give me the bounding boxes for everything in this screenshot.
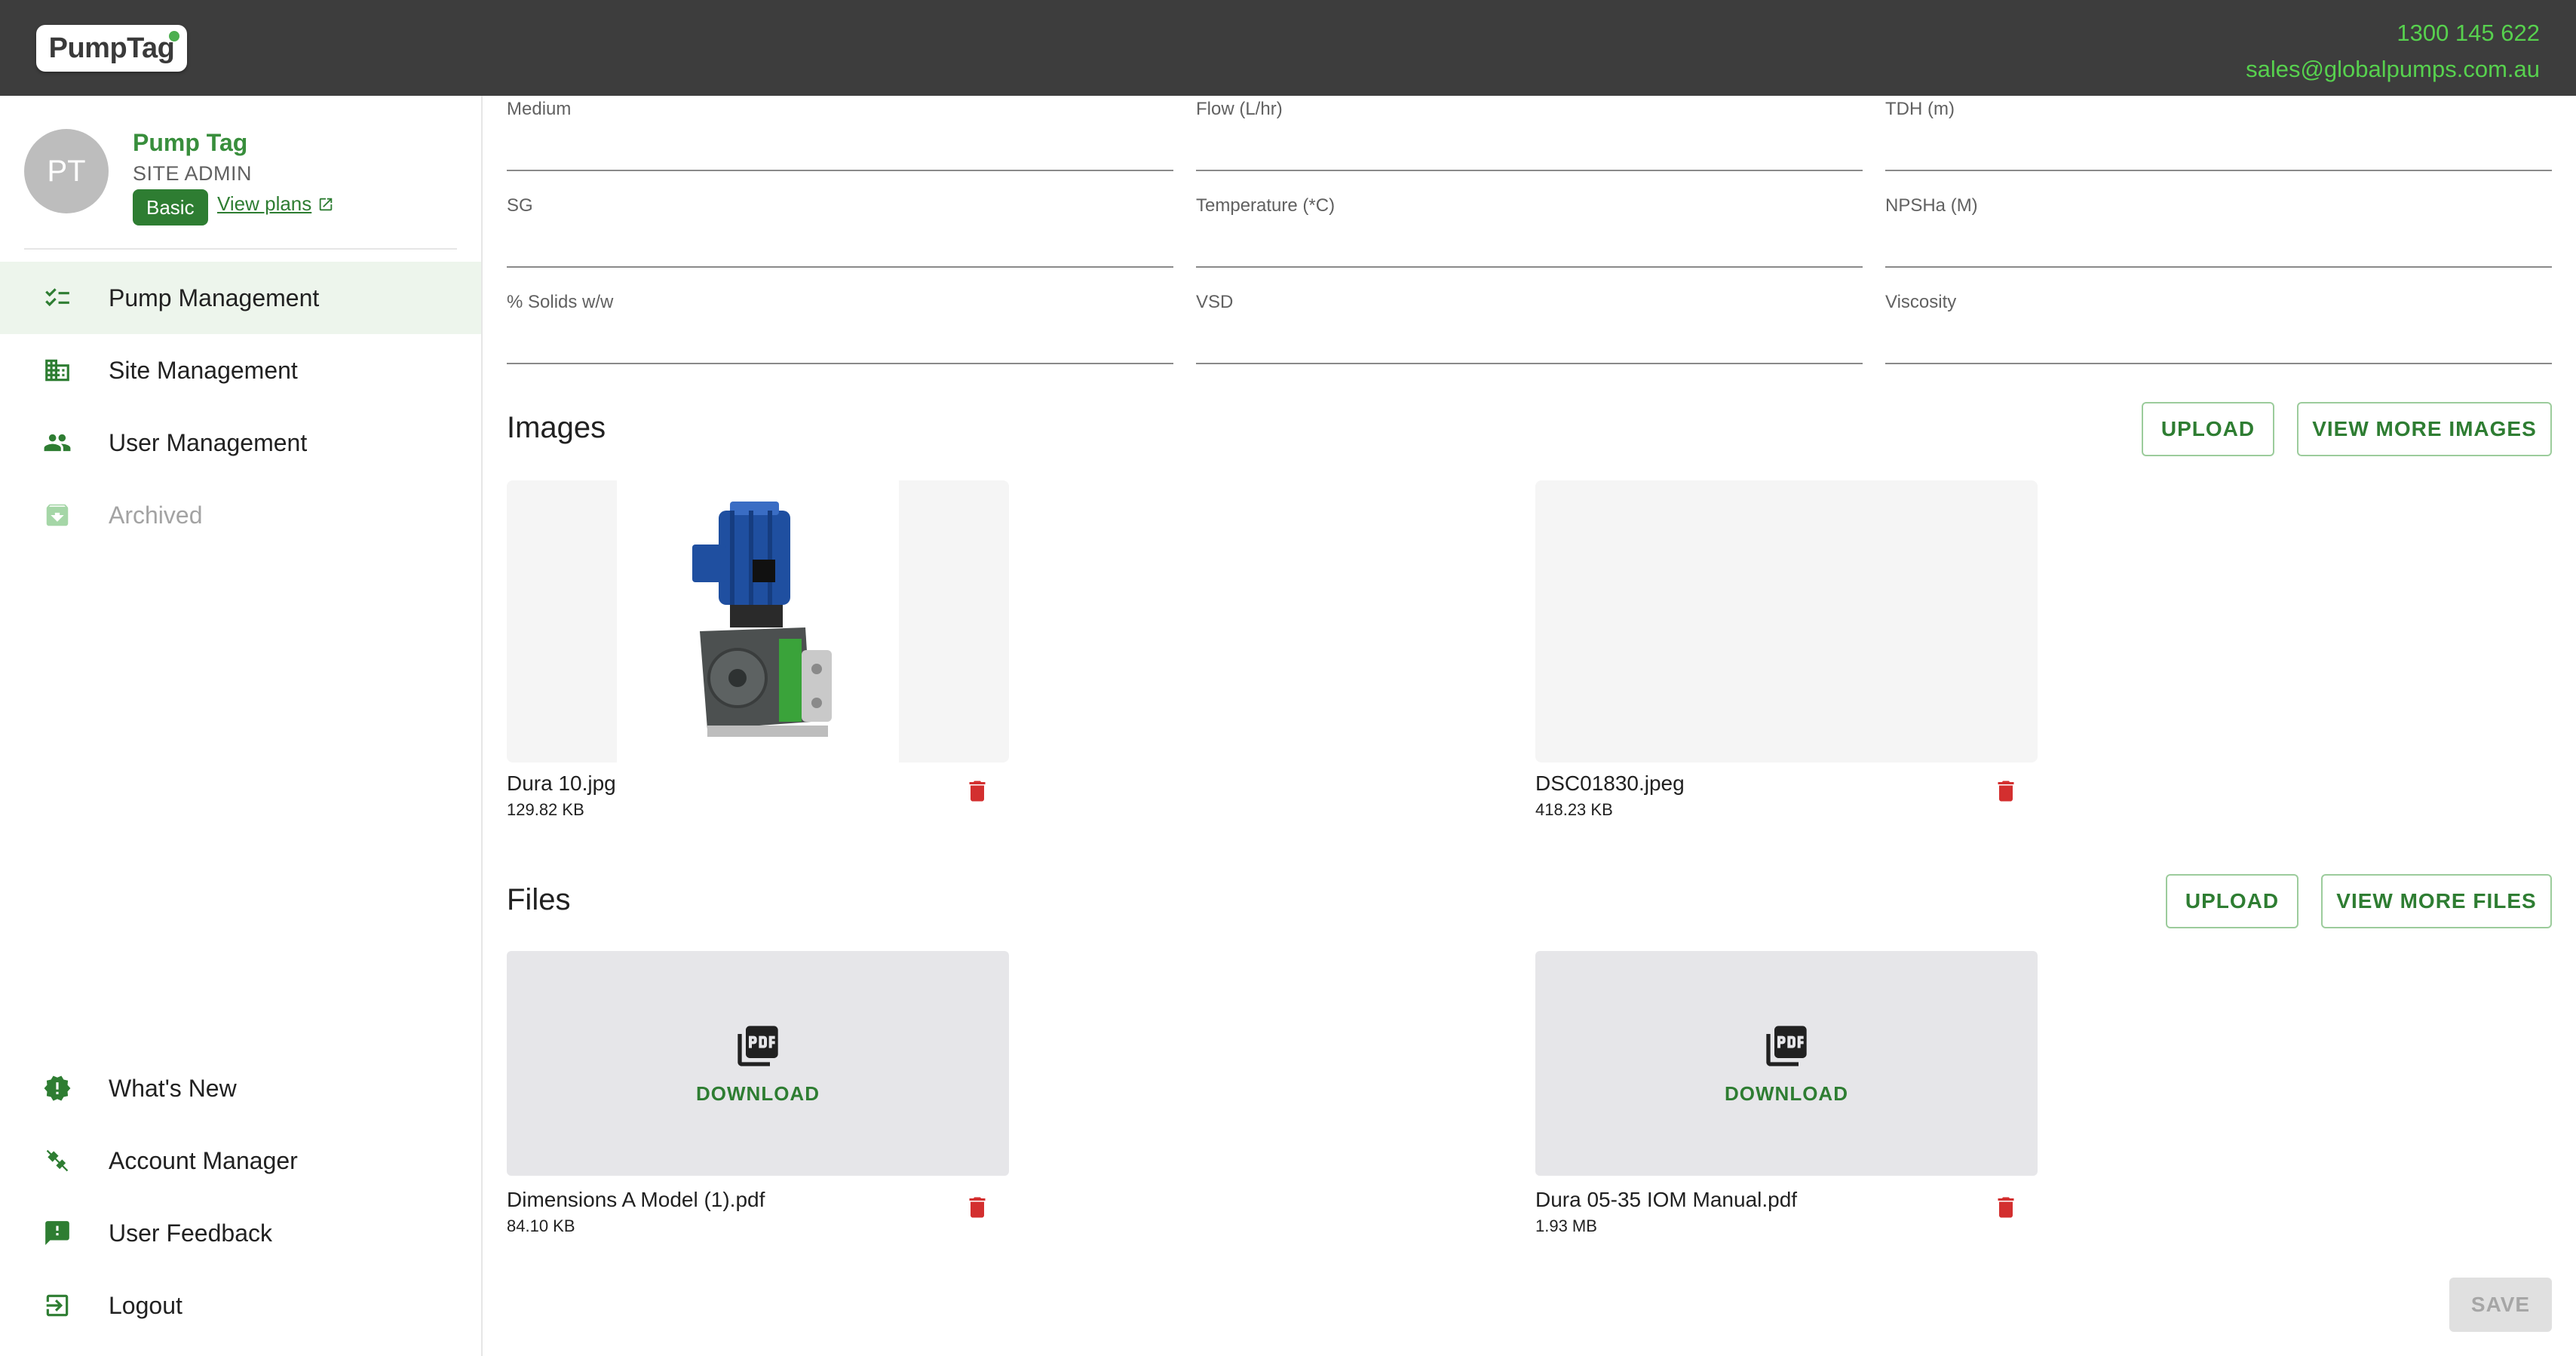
- field-label: TDH (m): [1885, 99, 1955, 119]
- flow-field[interactable]: Flow (L/hr): [1196, 96, 1863, 171]
- vsd-field[interactable]: VSD: [1196, 289, 1863, 364]
- upload-files-button[interactable]: UPLOAD: [2166, 874, 2298, 928]
- view-plans-link[interactable]: View plans: [217, 192, 334, 216]
- sidebar-item-whats-new[interactable]: What's New: [0, 1052, 481, 1124]
- contact-phone[interactable]: 1300 145 622: [2246, 15, 2540, 51]
- field-label: NPSHa (M): [1885, 195, 1978, 216]
- logout-icon: [42, 1290, 72, 1321]
- save-button[interactable]: SAVE: [2449, 1278, 2552, 1332]
- profile-role: SITE ADMIN: [133, 162, 253, 185]
- pdf-icon: [1766, 1025, 1807, 1066]
- sidebar-item-archived[interactable]: Archived: [0, 479, 481, 551]
- view-plans-label: View plans: [217, 192, 312, 215]
- logo-dot: [169, 31, 179, 41]
- people-icon: [42, 428, 72, 458]
- file-card[interactable]: DOWNLOAD: [1535, 951, 2038, 1176]
- user-profile: PT Pump Tag SITE ADMIN Basic View plans: [24, 129, 462, 235]
- delete-file-button[interactable]: [962, 1191, 992, 1224]
- download-link[interactable]: DOWNLOAD: [1725, 1082, 1848, 1106]
- handshake-icon: [42, 1146, 72, 1176]
- external-link-icon: [320, 198, 333, 210]
- delete-image-button[interactable]: [962, 775, 992, 808]
- file-size: 84.10 KB: [507, 1216, 575, 1235]
- top-bar: PumpTag 1300 145 622 sales@globalpumps.c…: [0, 0, 2576, 96]
- field-label: VSD: [1196, 292, 1234, 312]
- medium-field[interactable]: Medium: [507, 96, 1173, 171]
- sidebar: PT Pump Tag SITE ADMIN Basic View plans …: [0, 96, 483, 1356]
- sg-field[interactable]: SG: [507, 192, 1173, 268]
- temperature-field[interactable]: Temperature (*C): [1196, 192, 1863, 268]
- image-thumbnail[interactable]: [1535, 480, 2038, 762]
- sidebar-item-logout[interactable]: Logout: [0, 1269, 481, 1342]
- sidebar-divider: [24, 248, 457, 250]
- sidebar-item-label: Logout: [109, 1291, 182, 1319]
- npsha-field[interactable]: NPSHa (M): [1885, 192, 2552, 268]
- checklist-icon: [42, 283, 72, 313]
- download-link[interactable]: DOWNLOAD: [696, 1082, 820, 1106]
- file-card[interactable]: DOWNLOAD: [507, 951, 1009, 1176]
- sidebar-item-label: Archived: [109, 501, 203, 529]
- plan-badge: Basic: [133, 189, 208, 225]
- sidebar-item-label: User Feedback: [109, 1219, 272, 1247]
- trash-icon: [1998, 781, 2014, 802]
- field-label: SG: [507, 195, 533, 216]
- logo-text: PumpTag: [48, 32, 175, 64]
- building-icon: [42, 355, 72, 385]
- contact-info: 1300 145 622 sales@globalpumps.com.au: [2246, 15, 2540, 87]
- sidebar-item-label: Pump Management: [109, 284, 320, 311]
- sidebar-item-label: What's New: [109, 1074, 237, 1102]
- image-name: DSC01830.jpeg: [1535, 772, 1685, 795]
- sidebar-item-pump-management[interactable]: Pump Management: [0, 262, 481, 334]
- solids-field[interactable]: % Solids w/w: [507, 289, 1173, 364]
- image-size: 418.23 KB: [1535, 800, 1613, 819]
- files-title: Files: [507, 883, 571, 916]
- main-content: Medium Flow (L/hr) TDH (m) SG Temperatur…: [483, 96, 2576, 1356]
- trash-icon: [1998, 1197, 2014, 1218]
- new-releases-icon: [42, 1073, 72, 1103]
- delete-image-button[interactable]: [1991, 775, 2021, 808]
- sidebar-item-label: Account Manager: [109, 1146, 298, 1174]
- sidebar-item-user-management[interactable]: User Management: [0, 406, 481, 479]
- images-title: Images: [507, 411, 606, 444]
- sidebar-item-account-manager[interactable]: Account Manager: [0, 1124, 481, 1197]
- feedback-icon: [42, 1218, 72, 1248]
- upload-images-button[interactable]: UPLOAD: [2142, 402, 2274, 456]
- delete-file-button[interactable]: [1991, 1191, 2021, 1224]
- image-size: 129.82 KB: [507, 800, 584, 819]
- field-label: Temperature (*C): [1196, 195, 1336, 216]
- file-name: Dura 05-35 IOM Manual.pdf: [1535, 1188, 1798, 1211]
- sidebar-item-site-management[interactable]: Site Management: [0, 334, 481, 406]
- field-label: % Solids w/w: [507, 292, 614, 312]
- viscosity-field[interactable]: Viscosity: [1885, 289, 2552, 364]
- view-more-images-button[interactable]: VIEW MORE IMAGES: [2297, 402, 2552, 456]
- image-thumbnail[interactable]: [507, 480, 1009, 762]
- profile-name: Pump Tag: [133, 129, 248, 156]
- tdh-field[interactable]: TDH (m): [1885, 96, 2552, 171]
- pdf-icon: [738, 1025, 778, 1066]
- file-name: Dimensions A Model (1).pdf: [507, 1188, 765, 1211]
- pumptag-logo[interactable]: PumpTag: [36, 25, 187, 72]
- sidebar-item-label: Site Management: [109, 356, 298, 384]
- field-label: Flow (L/hr): [1196, 99, 1283, 119]
- contact-email[interactable]: sales@globalpumps.com.au: [2246, 51, 2540, 87]
- file-size: 1.93 MB: [1535, 1216, 1597, 1235]
- archive-icon: [42, 500, 72, 530]
- avatar: PT: [24, 129, 109, 213]
- field-label: Medium: [507, 99, 572, 119]
- sidebar-item-label: User Management: [109, 428, 308, 456]
- view-more-files-button[interactable]: VIEW MORE FILES: [2321, 874, 2552, 928]
- sidebar-item-user-feedback[interactable]: User Feedback: [0, 1197, 481, 1269]
- image-name: Dura 10.jpg: [507, 772, 616, 795]
- trash-icon: [969, 781, 986, 802]
- pump-illustration: [692, 502, 832, 737]
- field-label: Viscosity: [1885, 292, 1957, 312]
- pump-image: [617, 480, 899, 762]
- trash-icon: [969, 1197, 986, 1218]
